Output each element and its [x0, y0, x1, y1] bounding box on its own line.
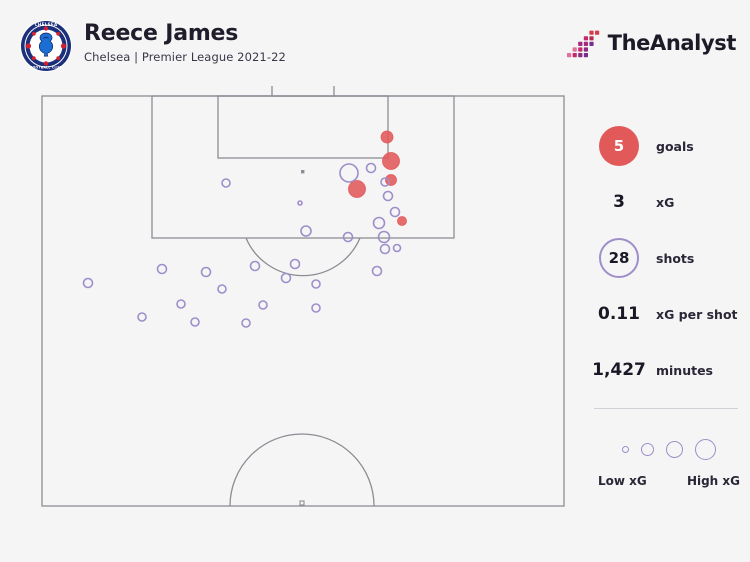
analyst-the: The	[607, 31, 651, 55]
title-block: Reece James Chelsea | Premier League 202…	[84, 22, 286, 64]
stats-divider	[594, 408, 738, 409]
goal-marker	[382, 152, 400, 170]
legend-high-label: High xG	[686, 474, 740, 488]
xg-per-shot-value: 0.11	[598, 304, 640, 324]
stat-shots-value-wrap: 28	[592, 238, 646, 278]
minutes-value: 1,427	[592, 360, 646, 380]
stat-xg-per-shot-value-wrap: 0.11	[592, 304, 646, 324]
stat-shots: 28 shots	[592, 230, 742, 286]
svg-text:CHELSEA: CHELSEA	[35, 22, 58, 27]
goal-mouth	[271, 86, 335, 97]
analyst-logo: TheAnalyst	[566, 28, 737, 58]
legend-circle-xsmall	[622, 445, 629, 453]
stats-panel: 5 goals 3 xG 28 shots 0.11 xG per shot 1…	[592, 118, 742, 409]
xg-size-legend: Low xG High xG	[596, 432, 742, 488]
stat-xg-value-wrap: 3	[592, 192, 646, 212]
legend-labels: Low xG High xG	[596, 474, 742, 488]
goal-marker	[380, 130, 394, 144]
pitch-shot-map	[40, 86, 566, 508]
chelsea-crest: CHELSEA FOOTBALL CLUB	[20, 20, 72, 72]
stat-goals-label: goals	[656, 138, 694, 154]
shot-map-page: CHELSEA FOOTBALL CLUB Reece James Chelse…	[0, 0, 750, 562]
goal-marker	[348, 180, 366, 198]
xg-value: 3	[613, 192, 625, 212]
stat-xg: 3 xG	[592, 174, 742, 230]
page-title: Reece James	[84, 21, 239, 46]
stat-minutes-value-wrap: 1,427	[592, 360, 646, 380]
stat-goals: 5 goals	[592, 118, 742, 174]
legend-low-label: Low xG	[598, 474, 647, 488]
legend-circle-medium	[666, 440, 683, 458]
analyst-name: Analyst	[650, 31, 736, 55]
analyst-wordmark: TheAnalyst	[607, 31, 737, 55]
page-subtitle: Chelsea | Premier League 2021-22	[84, 50, 286, 65]
stat-goals-value-wrap: 5	[592, 126, 646, 166]
stat-minutes-label: minutes	[656, 362, 714, 378]
header: CHELSEA FOOTBALL CLUB Reece James Chelse…	[0, 0, 750, 84]
goal-marker	[397, 216, 407, 226]
pitch-background	[40, 86, 566, 508]
shots-bubble: 28	[599, 238, 639, 278]
legend-circle-large	[695, 438, 716, 460]
goal-marker	[385, 174, 397, 186]
stat-xg-label: xG	[656, 194, 675, 210]
stat-xg-per-shot-label: xG per shot	[656, 306, 738, 322]
goals-bubble: 5	[599, 126, 639, 166]
stat-shots-label: shots	[656, 250, 695, 266]
pitch-svg	[40, 86, 566, 508]
penalty-spot	[301, 170, 305, 174]
svg-text:FOOTBALL CLUB: FOOTBALL CLUB	[30, 66, 62, 70]
stat-xg-per-shot: 0.11 xG per shot	[592, 286, 742, 342]
legend-circles	[596, 432, 742, 466]
analyst-bars-icon	[566, 30, 599, 58]
legend-circle-small	[641, 442, 654, 456]
stat-minutes: 1,427 minutes	[592, 342, 742, 398]
